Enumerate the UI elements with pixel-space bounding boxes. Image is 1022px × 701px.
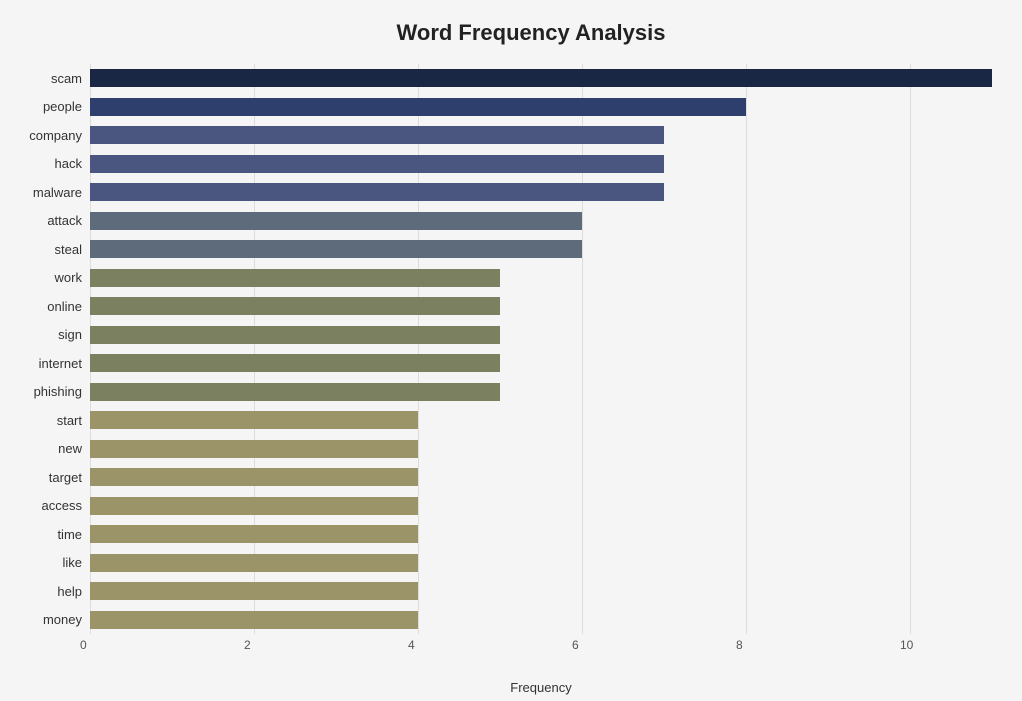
bar-row-online (90, 295, 992, 317)
x-tick-0: 0 (80, 638, 87, 652)
bar-attack (90, 212, 582, 230)
bar-time (90, 525, 418, 543)
x-axis-label: Frequency (90, 680, 992, 695)
y-label-target: target (10, 471, 82, 484)
bar-scam (90, 69, 992, 87)
bar-hack (90, 155, 664, 173)
bar-row-target (90, 466, 992, 488)
bar-row-phishing (90, 381, 992, 403)
bar-row-malware (90, 181, 992, 203)
bar-row-new (90, 438, 992, 460)
y-label-phishing: phishing (10, 385, 82, 398)
bar-row-start (90, 409, 992, 431)
y-label-online: online (10, 300, 82, 313)
x-axis: 0246810 (90, 638, 992, 658)
chart-container: Word Frequency Analysis scam people compan… (0, 0, 1022, 701)
y-label-steal: steal (10, 243, 82, 256)
y-label-hack: hack (10, 157, 82, 170)
bar-malware (90, 183, 664, 201)
bar-row-help (90, 580, 992, 602)
bar-row-time (90, 523, 992, 545)
bar-access (90, 497, 418, 515)
bar-work (90, 269, 500, 287)
y-label-work: work (10, 271, 82, 284)
bar-row-like (90, 552, 992, 574)
chart-area: scam people company hack malware attack steal w… (10, 64, 992, 634)
bar-like (90, 554, 418, 572)
x-tick-6: 6 (572, 638, 579, 652)
bar-row-work (90, 267, 992, 289)
bar-row-money (90, 609, 992, 631)
y-label-money: money (10, 613, 82, 626)
bar-company (90, 126, 664, 144)
y-label-like: like (10, 556, 82, 569)
y-label-company: company (10, 129, 82, 142)
bar-row-company (90, 124, 992, 146)
bar-row-attack (90, 210, 992, 232)
bar-row-internet (90, 352, 992, 374)
y-labels: scam people company hack malware attack steal w… (10, 64, 90, 634)
bar-money (90, 611, 418, 629)
bar-new (90, 440, 418, 458)
bar-sign (90, 326, 500, 344)
y-label-start: start (10, 414, 82, 427)
bar-phishing (90, 383, 500, 401)
y-label-sign: sign (10, 328, 82, 341)
bar-row-people (90, 96, 992, 118)
y-label-help: help (10, 585, 82, 598)
bar-online (90, 297, 500, 315)
bars-section (90, 64, 992, 634)
bar-row-scam (90, 67, 992, 89)
x-tick-8: 8 (736, 638, 743, 652)
y-label-scam: scam (10, 72, 82, 85)
bar-steal (90, 240, 582, 258)
bar-help (90, 582, 418, 600)
chart-title: Word Frequency Analysis (10, 20, 992, 46)
x-tick-10: 10 (900, 638, 913, 652)
bar-start (90, 411, 418, 429)
bar-row-access (90, 495, 992, 517)
y-label-attack: attack (10, 214, 82, 227)
bar-row-sign (90, 324, 992, 346)
y-label-new: new (10, 442, 82, 455)
bar-internet (90, 354, 500, 372)
y-label-access: access (10, 499, 82, 512)
y-label-internet: internet (10, 357, 82, 370)
bar-target (90, 468, 418, 486)
bar-people (90, 98, 746, 116)
y-label-people: people (10, 100, 82, 113)
x-tick-4: 4 (408, 638, 415, 652)
bar-row-steal (90, 238, 992, 260)
y-label-time: time (10, 528, 82, 541)
bar-row-hack (90, 153, 992, 175)
x-tick-2: 2 (244, 638, 251, 652)
y-label-malware: malware (10, 186, 82, 199)
